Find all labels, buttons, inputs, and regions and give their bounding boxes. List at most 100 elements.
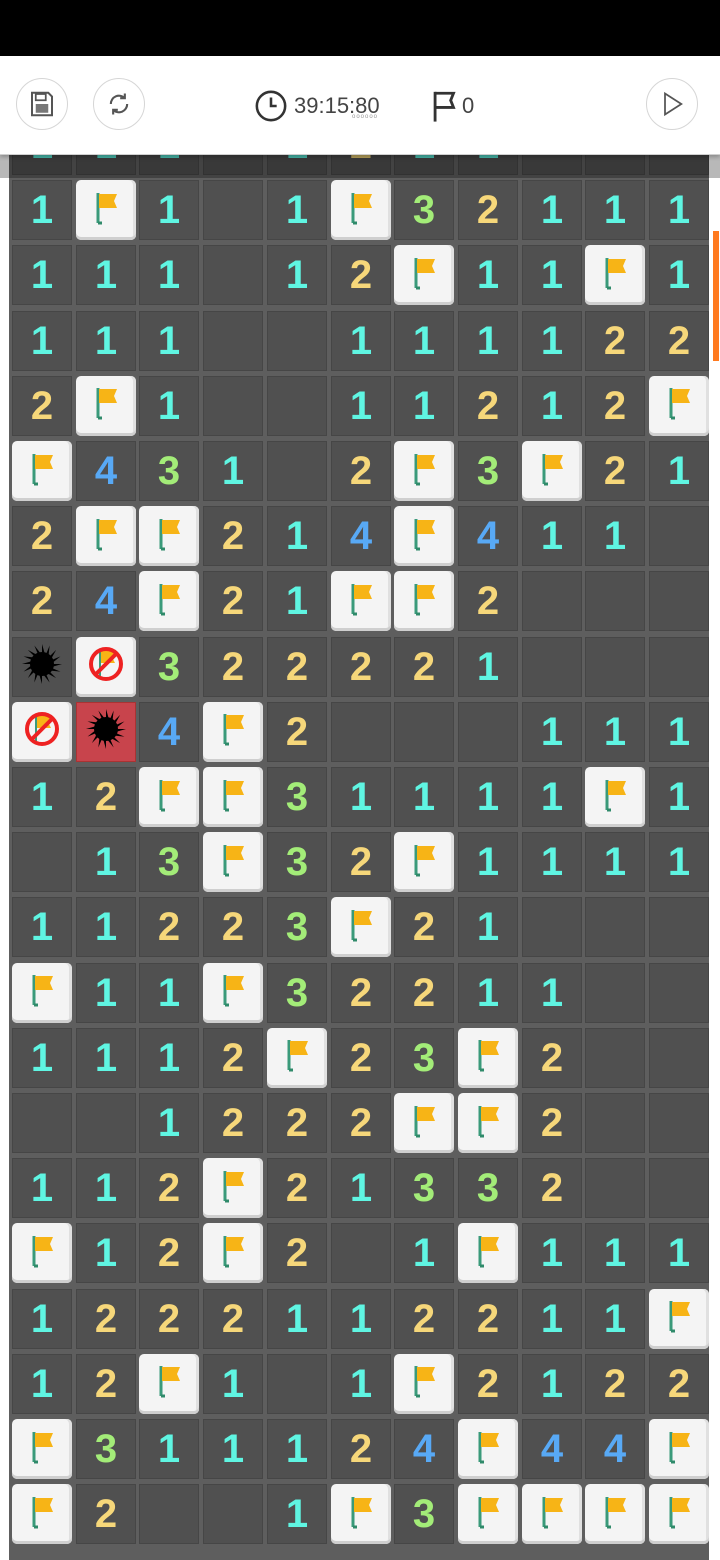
number-cell[interactable]: 2	[458, 571, 518, 632]
number-cell[interactable]: 1	[649, 767, 709, 827]
number-cell[interactable]: 1	[76, 1158, 136, 1219]
flagged-cell[interactable]	[76, 180, 136, 241]
flagged-cell[interactable]	[331, 1484, 391, 1545]
number-cell[interactable]: 1	[458, 897, 518, 958]
number-cell[interactable]: 1	[139, 1419, 199, 1479]
empty-cell[interactable]	[649, 571, 709, 632]
number-cell[interactable]: 1	[458, 832, 518, 893]
exploded-mine-cell[interactable]	[76, 701, 136, 762]
empty-cell[interactable]	[522, 571, 582, 632]
number-cell[interactable]: 4	[522, 1419, 582, 1479]
number-cell[interactable]: 2	[139, 1223, 199, 1284]
number-cell[interactable]: 2	[331, 441, 391, 501]
number-cell[interactable]: 1	[139, 1027, 199, 1088]
empty-cell[interactable]	[203, 1484, 263, 1545]
number-cell[interactable]: 2	[76, 1353, 136, 1414]
number-cell[interactable]: 2	[394, 897, 454, 958]
number-cell[interactable]: 1	[76, 1223, 136, 1284]
number-cell[interactable]: 2	[12, 375, 72, 436]
flagged-cell[interactable]	[394, 1353, 454, 1414]
number-cell[interactable]: 1	[267, 1419, 327, 1479]
number-cell[interactable]: 1	[267, 245, 327, 306]
number-cell[interactable]: 2	[331, 1093, 391, 1153]
number-cell[interactable]: 1	[203, 441, 263, 501]
empty-cell[interactable]	[585, 1027, 645, 1088]
number-cell[interactable]: 1	[522, 832, 582, 893]
number-cell[interactable]: 1	[458, 767, 518, 827]
number-cell[interactable]: 2	[585, 1353, 645, 1414]
empty-cell[interactable]	[12, 1093, 72, 1153]
empty-cell[interactable]	[585, 962, 645, 1023]
flagged-cell[interactable]	[139, 1353, 199, 1414]
number-cell[interactable]: 2	[331, 1027, 391, 1088]
number-cell[interactable]: 1	[458, 636, 518, 697]
number-cell[interactable]: 3	[394, 1027, 454, 1088]
empty-cell[interactable]	[139, 1484, 199, 1545]
number-cell[interactable]: 3	[76, 1419, 136, 1479]
number-cell[interactable]: 4	[458, 506, 518, 567]
number-cell[interactable]: 3	[394, 180, 454, 241]
number-cell[interactable]: 1	[76, 962, 136, 1023]
number-cell[interactable]: 1	[267, 180, 327, 241]
number-cell[interactable]: 1	[331, 1288, 391, 1349]
empty-cell[interactable]	[522, 897, 582, 958]
flagged-cell[interactable]	[585, 245, 645, 306]
number-cell[interactable]: 2	[203, 506, 263, 567]
flagged-cell[interactable]	[394, 571, 454, 632]
number-cell[interactable]: 2	[649, 310, 709, 371]
empty-cell[interactable]	[394, 701, 454, 762]
empty-cell[interactable]	[203, 375, 263, 436]
empty-cell[interactable]	[267, 375, 327, 436]
number-cell[interactable]: 2	[458, 375, 518, 436]
number-cell[interactable]: 3	[139, 636, 199, 697]
number-cell[interactable]: 1	[585, 701, 645, 762]
number-cell[interactable]: 1	[139, 245, 199, 306]
number-cell[interactable]: 1	[331, 375, 391, 436]
number-cell[interactable]: 2	[394, 962, 454, 1023]
flagged-cell[interactable]	[522, 1484, 582, 1545]
empty-cell[interactable]	[649, 1093, 709, 1153]
empty-cell[interactable]	[458, 701, 518, 762]
number-cell[interactable]: 1	[394, 1223, 454, 1284]
number-cell[interactable]: 1	[203, 1353, 263, 1414]
number-cell[interactable]: 2	[522, 1027, 582, 1088]
empty-cell[interactable]	[203, 310, 263, 371]
number-cell[interactable]: 4	[331, 506, 391, 567]
number-cell[interactable]: 1	[585, 506, 645, 567]
number-cell[interactable]: 2	[522, 1158, 582, 1219]
flagged-cell[interactable]	[394, 1093, 454, 1153]
flagged-cell[interactable]	[267, 1027, 327, 1088]
number-cell[interactable]: 1	[394, 767, 454, 827]
empty-cell[interactable]	[585, 1158, 645, 1219]
number-cell[interactable]: 1	[139, 180, 199, 241]
number-cell[interactable]: 1	[458, 245, 518, 306]
number-cell[interactable]: 1	[76, 897, 136, 958]
number-cell[interactable]: 1	[522, 375, 582, 436]
number-cell[interactable]: 2	[203, 1288, 263, 1349]
number-cell[interactable]: 1	[522, 180, 582, 241]
wrong-flag-cell[interactable]	[12, 701, 72, 762]
number-cell[interactable]: 1	[585, 180, 645, 241]
empty-cell[interactable]	[331, 701, 391, 762]
empty-cell[interactable]	[585, 636, 645, 697]
number-cell[interactable]: 3	[267, 832, 327, 893]
flagged-cell[interactable]	[12, 1484, 72, 1545]
number-cell[interactable]: 3	[458, 1158, 518, 1219]
number-cell[interactable]: 1	[12, 897, 72, 958]
empty-cell[interactable]	[76, 1093, 136, 1153]
number-cell[interactable]: 2	[12, 571, 72, 632]
number-cell[interactable]: 1	[522, 506, 582, 567]
flagged-cell[interactable]	[331, 180, 391, 241]
flagged-cell[interactable]	[139, 571, 199, 632]
number-cell[interactable]: 1	[12, 1288, 72, 1349]
number-cell[interactable]: 2	[331, 832, 391, 893]
number-cell[interactable]: 3	[267, 897, 327, 958]
flagged-cell[interactable]	[649, 1288, 709, 1349]
play-button[interactable]	[646, 78, 698, 130]
number-cell[interactable]: 1	[267, 506, 327, 567]
number-cell[interactable]: 1	[12, 1158, 72, 1219]
flagged-cell[interactable]	[12, 1223, 72, 1284]
empty-cell[interactable]	[203, 180, 263, 241]
flagged-cell[interactable]	[12, 962, 72, 1023]
number-cell[interactable]: 1	[394, 310, 454, 371]
